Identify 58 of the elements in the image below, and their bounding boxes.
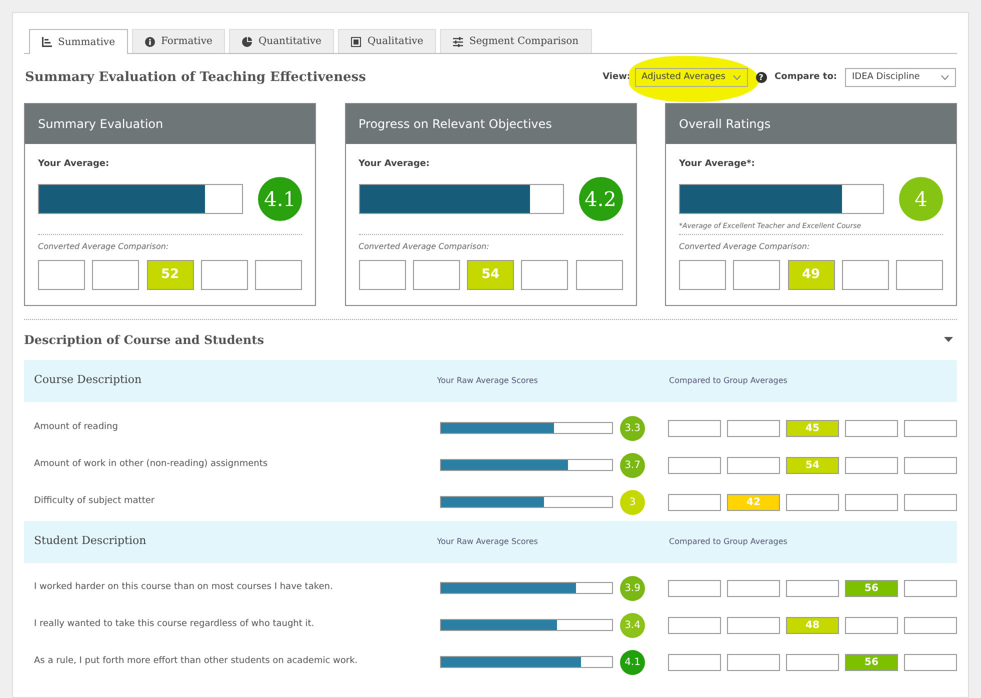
comparison-cell: 42 — [727, 494, 780, 510]
comparison-cell: 49 — [788, 260, 834, 290]
column-heading: Compared to Group Averages — [669, 536, 788, 548]
score-circle: 3 — [620, 490, 645, 514]
card-header: Progress on Relevant Objectives — [346, 104, 636, 144]
tab[interactable]: Summative — [29, 29, 128, 54]
view-label: View: — [602, 71, 631, 84]
compare-select[interactable]: IDEA Discipline — [845, 68, 956, 88]
comparison-cell: 54 — [786, 456, 839, 474]
score-circle: 3.3 — [620, 416, 645, 440]
section-title: Description of Course and Students — [24, 332, 264, 348]
row-label: Difficulty of subject matter — [33, 495, 156, 508]
row-label: As a rule, I put forth more effort than other students on academic work. — [33, 655, 359, 668]
group-title: Student Description — [34, 533, 148, 550]
column-heading: Your Raw Average Scores — [437, 374, 539, 386]
comparison-cell: 45 — [786, 420, 839, 436]
tab[interactable]: Segment Comparison — [440, 29, 592, 53]
score-circle: 4.1 — [620, 650, 645, 674]
comparison-cell: 56 — [845, 580, 898, 596]
bar-chart-icon — [42, 37, 52, 47]
card-header: Overall Ratings — [666, 104, 956, 144]
comparison-label: Converted Average Comparison: — [358, 241, 490, 253]
document-icon — [351, 36, 362, 46]
caret-icon — [941, 75, 949, 80]
sliders-icon — [453, 36, 464, 46]
average-label: Your Average*: — [679, 158, 756, 170]
collapse-caret-icon[interactable] — [944, 337, 953, 342]
comparison-cell: 56 — [845, 654, 898, 670]
info-icon — [145, 36, 156, 46]
score-circle: 4.2 — [578, 177, 622, 221]
column-heading: Your Raw Average Scores — [437, 536, 539, 548]
tab[interactable]: Quantitative — [229, 29, 334, 53]
pie-chart-icon — [242, 36, 252, 46]
comparison-label: Converted Average Comparison: — [38, 241, 170, 253]
compare-label: Compare to: — [774, 71, 837, 84]
score-circle: 4.1 — [258, 177, 302, 221]
row-label: Amount of work in other (non-reading) assignments — [33, 458, 269, 472]
page-title: Summary Evaluation of Teaching Effectiveness — [25, 69, 366, 87]
group-title: Course Description — [34, 372, 143, 388]
column-heading: Compared to Group Averages — [669, 374, 788, 386]
score-circle: 3.7 — [620, 452, 645, 478]
score-circle: 4 — [899, 177, 943, 221]
average-label: Your Average: — [38, 158, 110, 170]
card-header: Summary Evaluation — [25, 104, 315, 144]
caret-icon — [732, 75, 741, 80]
view-select[interactable]: Adjusted Averages — [634, 68, 748, 88]
comparison-label: Converted Average Comparison: — [679, 241, 811, 253]
score-circle: 3.9 — [620, 576, 645, 600]
average-label: Your Average: — [358, 158, 431, 170]
score-circle: 3.4 — [620, 612, 645, 638]
comparison-cell: 52 — [146, 260, 194, 290]
tab[interactable]: Qualitative — [338, 29, 436, 53]
row-label: I really wanted to take this course regardless of who taught it. — [33, 618, 316, 632]
tab[interactable]: Formative — [132, 29, 226, 53]
row-label: I worked harder on this course than on most courses I have taken. — [33, 581, 334, 594]
comparison-cell: 54 — [467, 260, 514, 290]
row-label: Amount of reading — [33, 421, 119, 434]
comparison-cell: 48 — [786, 616, 839, 634]
